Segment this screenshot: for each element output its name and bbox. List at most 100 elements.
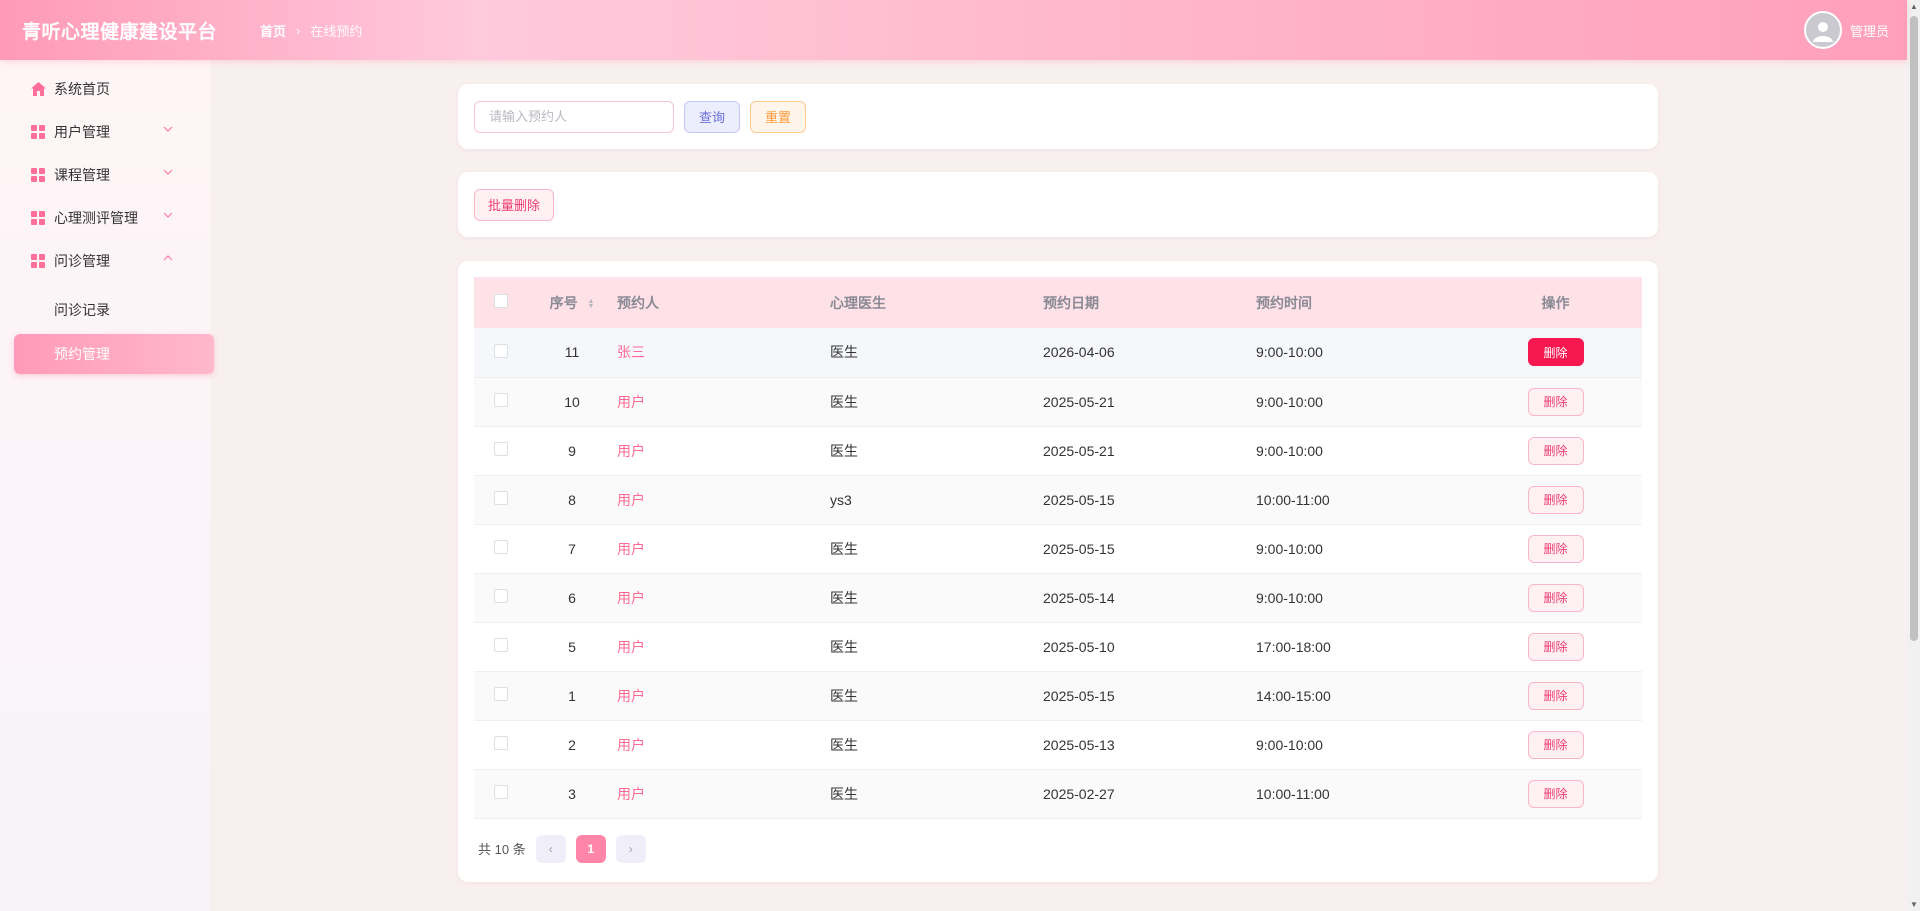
row-checkbox[interactable] [494,687,508,701]
page-number-button[interactable]: 1 [575,834,606,863]
row-name[interactable]: 用户 [617,737,645,753]
delete-button[interactable]: 删除 [1527,681,1584,710]
row-select-cell [474,573,527,622]
row-date: 2025-05-15 [1043,491,1115,508]
delete-button[interactable]: 删除 [1527,534,1584,563]
row-actions: 删除 [1469,720,1642,769]
grid-icon [30,210,46,226]
row-name-cell: 用户 [617,377,830,426]
row-checkbox[interactable] [494,393,508,407]
sidebar-subitem-records[interactable]: 问诊记录 [0,290,210,330]
row-select-cell [474,622,527,671]
header-time: 预约时间 [1256,294,1312,311]
breadcrumb-current: 在线预约 [310,23,363,39]
row-name-cell: 用户 [617,769,830,818]
reset-button[interactable]: 重置 [750,100,806,133]
row-date: 2025-02-27 [1043,785,1115,802]
search-input[interactable] [474,100,674,133]
delete-button[interactable]: 删除 [1527,387,1584,416]
row-checkbox[interactable] [494,343,508,358]
delete-button[interactable]: 删除 [1527,583,1584,612]
sidebar-item-label: 心理测评管理 [54,209,138,226]
row-actions: 删除 [1469,377,1642,426]
sidebar-item-assessment[interactable]: 心理测评管理 [0,196,210,239]
table-row: 7 用户 医生 2025-05-15 9:00-10:00 删除 [474,524,1642,573]
next-page-button[interactable]: › [615,834,646,863]
header-id[interactable]: 序号 ▲ ▼ [527,277,617,328]
delete-button[interactable]: 删除 [1527,730,1584,759]
avatar[interactable] [1803,11,1842,49]
header-name: 预约人 [617,294,659,311]
row-name-cell: 用户 [617,475,830,524]
select-all-checkbox[interactable] [494,294,508,308]
sidebar-item-home[interactable]: 系统首页 [0,67,210,110]
row-name[interactable]: 用户 [617,541,645,557]
row-name[interactable]: 用户 [617,492,645,508]
row-date: 2025-05-13 [1043,736,1115,753]
search-panel: 查询 重置 [458,84,1658,149]
table-row: 8 用户 ys3 2025-05-15 10:00-11:00 删除 [474,475,1642,524]
row-name[interactable]: 用户 [617,394,645,410]
table-body: 11 张三 医生 2026-04-06 9:00-10:00 删除 10 用户 医生 2025-0… [474,328,1642,818]
row-name[interactable]: 用户 [617,443,645,459]
breadcrumb-home[interactable]: 首页 [260,21,286,40]
query-button[interactable]: 查询 [684,100,740,133]
row-name[interactable]: 张三 [617,344,645,360]
row-name-cell: 张三 [617,328,830,377]
row-date: 2026-04-06 [1043,344,1115,361]
sidebar-item-consultation[interactable]: 问诊管理 [0,239,210,282]
prev-page-button[interactable]: ‹ [535,834,566,863]
row-name[interactable]: 用户 [617,639,645,655]
row-select-cell [474,524,527,573]
user-menu[interactable]: 管理员 [1803,11,1889,49]
scroll-down-icon[interactable]: ▼ [1910,900,1918,909]
page-scrollbar[interactable]: ▲ ▼ [1907,0,1920,911]
row-name-cell: 用户 [617,622,830,671]
row-id: 10 [564,393,580,410]
row-checkbox[interactable] [494,638,508,652]
row-date: 2025-05-10 [1043,638,1115,655]
delete-button[interactable]: 删除 [1527,436,1584,465]
row-checkbox[interactable] [494,442,508,456]
row-time: 9:00-10:00 [1256,393,1323,410]
row-id: 9 [568,442,576,459]
row-time: 10:00-11:00 [1256,491,1330,508]
sidebar-item-courses[interactable]: 课程管理 [0,153,210,196]
row-doctor: 医生 [830,393,858,410]
row-time: 9:00-10:00 [1256,736,1323,753]
row-actions: 删除 [1469,328,1642,377]
sort-icon[interactable]: ▲ ▼ [587,298,594,310]
row-time: 9:00-10:00 [1256,344,1323,361]
table-row: 10 用户 医生 2025-05-21 9:00-10:00 删除 [474,377,1642,426]
delete-button[interactable]: 删除 [1527,779,1584,808]
sidebar-subitem-appointments[interactable]: 预约管理 [14,334,214,374]
row-id: 6 [568,589,576,606]
row-checkbox[interactable] [494,736,508,750]
row-name[interactable]: 用户 [617,688,645,704]
appointments-table: 序号 ▲ ▼ 预约人 心理医生 预约日期 预约时间 操作 11 张三 医生 2026-0… [474,277,1642,819]
row-checkbox[interactable] [494,785,508,799]
grid-icon [30,253,46,269]
row-checkbox[interactable] [494,540,508,554]
row-checkbox[interactable] [494,589,508,603]
chevron-left-icon: ‹ [548,841,553,856]
header-operation: 操作 [1541,294,1570,311]
row-name[interactable]: 用户 [617,786,645,802]
row-name[interactable]: 用户 [617,590,645,606]
row-doctor: 医生 [830,638,858,655]
delete-button[interactable]: 删除 [1527,485,1584,514]
scroll-up-icon[interactable]: ▲ [1910,2,1918,11]
delete-button[interactable]: 删除 [1527,338,1584,367]
row-time: 9:00-10:00 [1256,540,1323,557]
batch-delete-button[interactable]: 批量删除 [474,188,554,221]
delete-button[interactable]: 删除 [1527,632,1584,661]
row-checkbox[interactable] [494,491,508,505]
table-row: 1 用户 医生 2025-05-15 14:00-15:00 删除 [474,671,1642,720]
row-time: 10:00-11:00 [1256,785,1330,802]
sidebar-item-users[interactable]: 用户管理 [0,110,210,153]
scrollbar-thumb[interactable] [1910,16,1918,641]
user-name[interactable]: 管理员 [1850,21,1889,40]
table-row: 9 用户 医生 2025-05-21 9:00-10:00 删除 [474,426,1642,475]
breadcrumb: 首页 › 在线预约 [260,21,362,40]
row-actions: 删除 [1469,475,1642,524]
